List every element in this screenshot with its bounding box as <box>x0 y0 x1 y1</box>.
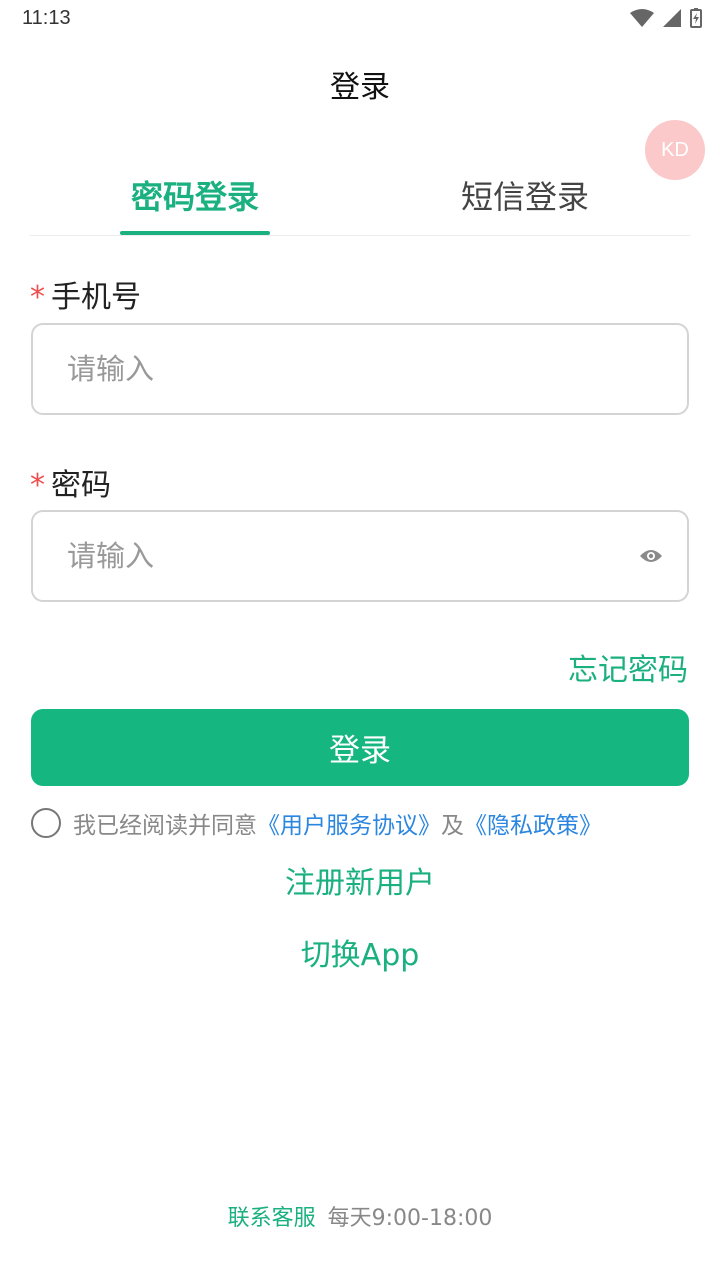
required-mark: * <box>30 280 45 315</box>
signal-icon <box>663 9 681 27</box>
active-tab-indicator <box>120 231 270 235</box>
agreement-prefix: 我已经阅读并同意 <box>73 813 257 839</box>
eye-icon[interactable] <box>639 546 663 566</box>
password-label: * 密码 <box>30 460 111 504</box>
agreement-conjunction: 及 <box>441 813 464 839</box>
phone-label: * 手机号 <box>30 272 141 316</box>
page-title: 登录 <box>330 70 390 105</box>
agreement-radio[interactable] <box>31 808 61 838</box>
switch-app-link[interactable]: 切换App <box>0 930 720 974</box>
battery-icon <box>690 8 702 28</box>
login-tabs: 密码登录 短信登录 <box>30 160 690 236</box>
service-hours: 每天9:00-18:00 <box>327 1206 493 1231</box>
forgot-password-link[interactable]: 忘记密码 <box>568 645 688 689</box>
phone-input[interactable] <box>67 325 627 413</box>
service-agreement-link[interactable]: 《用户服务协议》 <box>257 806 441 840</box>
password-label-text: 密码 <box>51 468 111 503</box>
tab-sms-login[interactable]: 短信登录 <box>425 172 625 218</box>
login-button[interactable]: 登录 <box>31 709 689 786</box>
phone-label-text: 手机号 <box>51 280 141 315</box>
phone-input-box <box>31 323 689 415</box>
footer: 联系客服 每天9:00-18:00 <box>0 1200 720 1232</box>
status-time: 11:13 <box>22 7 71 29</box>
agreement-row: 我已经阅读并同意 《用户服务协议》 及 《隐私政策》 <box>31 806 602 840</box>
password-input[interactable] <box>67 512 627 600</box>
tab-password-login[interactable]: 密码登录 <box>95 172 295 218</box>
status-icons <box>630 8 702 28</box>
register-link[interactable]: 注册新用户 <box>0 858 720 902</box>
wifi-icon <box>630 9 654 27</box>
privacy-policy-link[interactable]: 《隐私政策》 <box>464 806 602 840</box>
password-input-box <box>31 510 689 602</box>
required-mark: * <box>30 468 45 503</box>
status-bar: 11:13 <box>0 0 720 38</box>
contact-service-link[interactable]: 联系客服 <box>228 1206 316 1231</box>
